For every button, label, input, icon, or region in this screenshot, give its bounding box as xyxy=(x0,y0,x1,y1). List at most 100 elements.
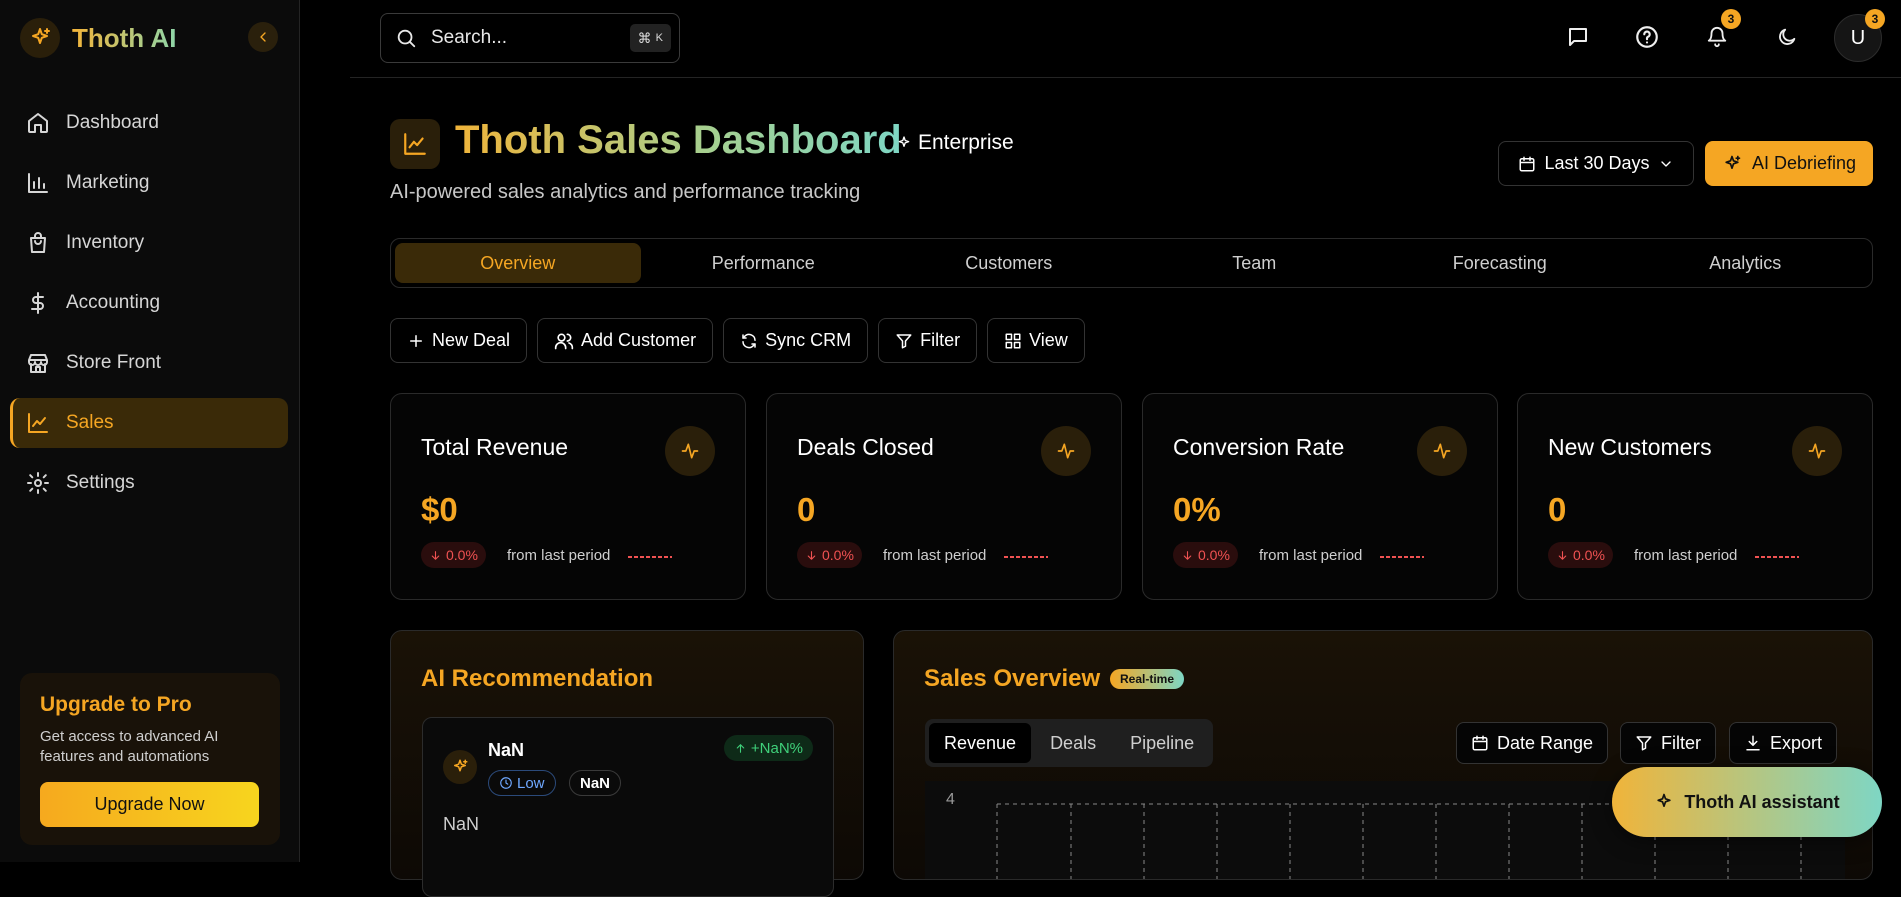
sidebar: Thoth AI Dashboard Marketing Inventory A… xyxy=(0,0,300,862)
search-icon xyxy=(397,29,416,48)
kpi-change-badge: 0.0% xyxy=(1548,542,1613,568)
kpi-title: Deals Closed xyxy=(797,434,934,460)
tab-analytics[interactable]: Analytics xyxy=(1623,243,1869,283)
dashboard-tabs: Overview Performance Customers Team Fore… xyxy=(390,238,1873,288)
date-range-select[interactable]: Last 30 Days xyxy=(1498,141,1694,186)
kpi-title: New Customers xyxy=(1548,434,1712,460)
sparkline xyxy=(1380,556,1424,558)
sparkline xyxy=(628,556,672,558)
kpi-change-badge: 0.0% xyxy=(421,542,486,568)
search-input[interactable]: Search... ⌘ K xyxy=(380,13,680,63)
arrow-down-icon xyxy=(431,550,440,560)
sync-crm-button[interactable]: Sync CRM xyxy=(723,318,869,363)
help-button[interactable] xyxy=(1627,17,1667,57)
upgrade-now-button[interactable]: Upgrade Now xyxy=(40,782,259,827)
kpi-value: 0 xyxy=(797,491,816,528)
arrow-down-icon xyxy=(1558,550,1567,560)
plus-icon xyxy=(410,334,422,347)
kpi-card-new-customers[interactable]: New Customers 0 0.0% from last period xyxy=(1517,393,1873,600)
user-avatar[interactable]: U 3 xyxy=(1834,9,1885,62)
tab-performance[interactable]: Performance xyxy=(641,243,887,283)
ai-assistant-button[interactable]: Thoth AI assistant xyxy=(1612,767,1882,837)
refresh-icon xyxy=(742,333,756,348)
edition-label: Enterprise xyxy=(896,131,1014,155)
sidebar-item-marketing[interactable]: Marketing xyxy=(10,158,288,208)
segment-deals[interactable]: Deals xyxy=(1035,723,1111,763)
impact-badge: +NaN% xyxy=(723,735,813,761)
kpi-card-conversion-rate[interactable]: Conversion Rate 0% 0.0% from last period xyxy=(1142,393,1498,600)
sidebar-item-inventory[interactable]: Inventory xyxy=(10,218,288,268)
view-label: View xyxy=(1029,330,1068,350)
activity-icon xyxy=(665,426,715,476)
filter-icon xyxy=(1636,736,1652,751)
page-subtitle: AI-powered sales analytics and performan… xyxy=(390,181,861,203)
kpi-card-total-revenue[interactable]: Total Revenue $0 0.0% from last period xyxy=(390,393,746,600)
realtime-badge: Real-time xyxy=(1110,669,1185,689)
sidebar-nav: Dashboard Marketing Inventory Accounting… xyxy=(10,98,288,518)
store-icon xyxy=(28,354,48,373)
tab-overview[interactable]: Overview xyxy=(395,243,641,283)
kpi-value: $0 xyxy=(421,491,458,528)
sidebar-item-settings[interactable]: Settings xyxy=(10,458,288,508)
upgrade-text: Get access to advanced AI features and a… xyxy=(40,728,219,765)
sales-overview-title: Sales Overview xyxy=(924,665,1101,692)
ai-debriefing-button[interactable]: AI Debriefing xyxy=(1705,141,1873,186)
avatar-badge: 3 xyxy=(1865,9,1885,29)
impact-value: +NaN% xyxy=(750,739,803,757)
kpi-change-value: 0.0% xyxy=(1573,547,1605,563)
filter-button[interactable]: Filter xyxy=(878,318,978,363)
tab-forecasting[interactable]: Forecasting xyxy=(1377,243,1623,283)
kpi-change-value: 0.0% xyxy=(1198,547,1230,563)
kpi-value: 0 xyxy=(1548,491,1567,528)
sparkle-icon xyxy=(1725,155,1741,169)
sidebar-item-label: Settings xyxy=(66,472,135,493)
tab-team[interactable]: Team xyxy=(1132,243,1378,283)
overview-segment-control: Revenue Deals Pipeline xyxy=(925,719,1214,767)
kpi-card-deals-closed[interactable]: Deals Closed 0 0.0% from last period xyxy=(766,393,1122,600)
new-deal-label: New Deal xyxy=(432,330,511,350)
arrow-down-icon xyxy=(807,550,816,560)
sidebar-item-label: Store Front xyxy=(66,352,162,373)
new-deal-button[interactable]: New Deal xyxy=(390,318,528,363)
ai-recommendation-title: AI Recommendation xyxy=(421,665,654,692)
sidebar-item-accounting[interactable]: Accounting xyxy=(10,278,288,328)
sparkline xyxy=(1004,556,1048,558)
messages-button[interactable] xyxy=(1558,17,1598,57)
recommendation-card[interactable]: NaN Low NaN +NaN% NaN xyxy=(422,717,834,897)
theme-toggle-button[interactable] xyxy=(1767,17,1807,57)
notifications-button[interactable]: 3 xyxy=(1697,9,1741,57)
sidebar-item-store-front[interactable]: Store Front xyxy=(10,338,288,388)
tab-customers[interactable]: Customers xyxy=(886,243,1132,283)
ai-debriefing-label: AI Debriefing xyxy=(1751,153,1857,173)
segment-revenue[interactable]: Revenue xyxy=(929,723,1032,763)
kpi-change-value: 0.0% xyxy=(446,547,478,563)
bar-chart-icon xyxy=(28,173,48,193)
segment-pipeline[interactable]: Pipeline xyxy=(1115,723,1209,763)
sidebar-item-dashboard[interactable]: Dashboard xyxy=(10,98,288,148)
sidebar-item-sales[interactable]: Sales xyxy=(10,398,288,448)
overview-filter-button[interactable]: Filter xyxy=(1620,722,1716,764)
add-customer-button[interactable]: Add Customer xyxy=(537,318,714,363)
collapse-sidebar-button[interactable] xyxy=(248,22,278,52)
line-chart-icon xyxy=(404,133,426,155)
brand[interactable]: Thoth AI xyxy=(20,18,176,58)
recommendation-name: NaN xyxy=(488,740,525,760)
sidebar-item-label: Dashboard xyxy=(66,112,159,133)
kpi-value: 0% xyxy=(1173,491,1221,528)
filter-icon xyxy=(896,333,912,348)
export-button[interactable]: Export xyxy=(1729,722,1838,764)
recommendation-description: NaN xyxy=(443,814,480,834)
sparkle-icon xyxy=(898,136,910,147)
command-key: ⌘ xyxy=(637,29,652,46)
kpi-note: from last period xyxy=(1259,547,1363,564)
date-range-button[interactable]: Date Range xyxy=(1456,722,1609,764)
view-button[interactable]: View xyxy=(987,318,1085,363)
ai-assistant-label: Thoth AI assistant xyxy=(1684,791,1840,812)
activity-icon xyxy=(1041,426,1091,476)
upgrade-card: Upgrade to Pro Get access to advanced AI… xyxy=(20,673,280,845)
overview-filter-label: Filter xyxy=(1661,732,1701,753)
kpi-note: from last period xyxy=(1634,547,1738,564)
export-label: Export xyxy=(1770,732,1823,753)
kpi-title: Total Revenue xyxy=(421,434,569,460)
help-circle-icon xyxy=(1636,26,1658,48)
